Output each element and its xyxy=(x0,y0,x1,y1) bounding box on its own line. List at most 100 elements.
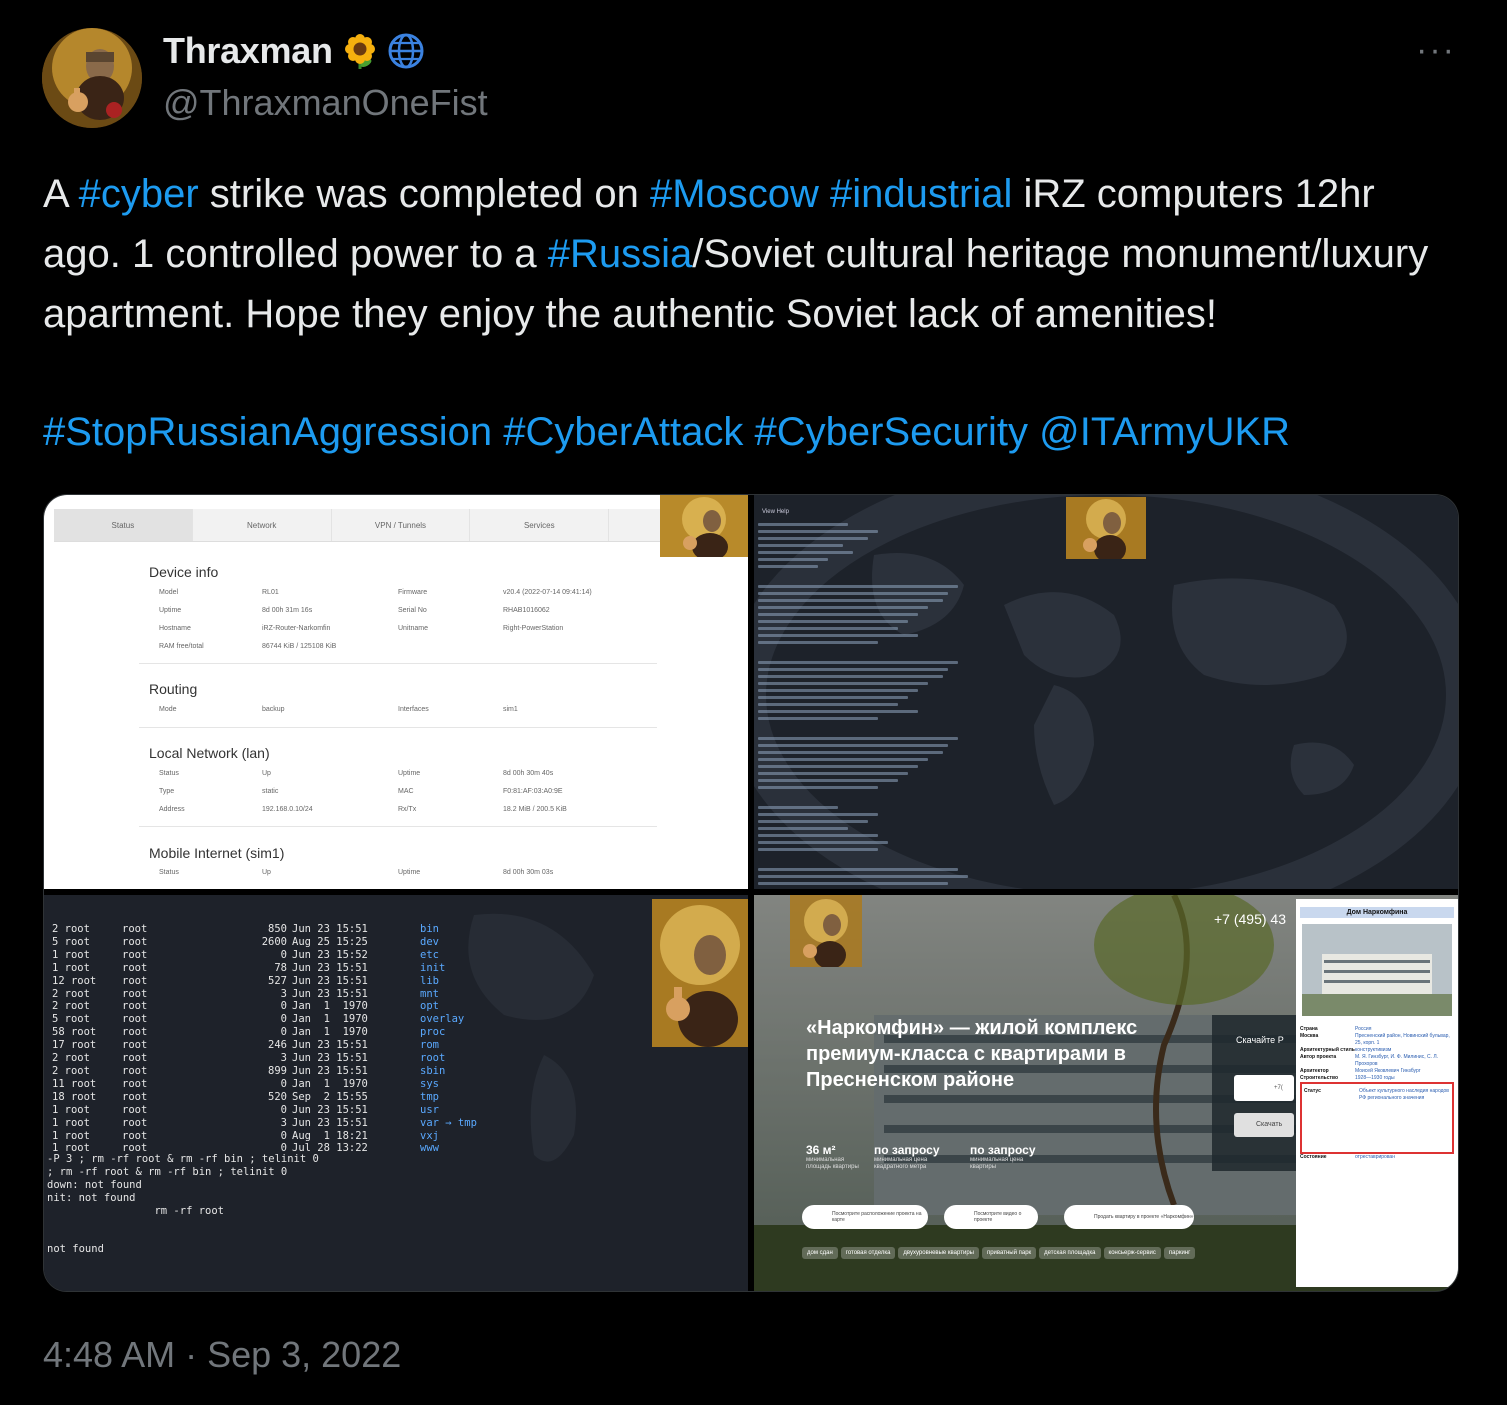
sell-pill-button[interactable]: Продать квартиру в проекте «Наркомфин» xyxy=(1064,1205,1194,1229)
router-tab: VPN / Tunnels xyxy=(332,509,471,541)
media-image-file-listing[interactable]: 2 root root 850 Jun 23 15:51 bin 5 root root 26… xyxy=(44,895,748,1291)
hashtag-link[interactable]: #Moscow xyxy=(650,172,819,216)
hashtag-link[interactable]: #Russia xyxy=(548,232,693,276)
section-title: Mobile Internet (sim1) xyxy=(149,845,285,861)
tweet: Thraxman @ThraxmanOneFist ··· A #cyber s… xyxy=(0,0,1507,1405)
info-value: 18.2 MiB / 200.5 KiB xyxy=(503,806,567,813)
info-value: Up xyxy=(262,869,271,876)
infobox-row: Статус Объект культурного наследия народо… xyxy=(1300,1082,1454,1154)
avatar[interactable] xyxy=(42,28,142,128)
watermark-avatar-image xyxy=(790,895,862,967)
hashtag-link[interactable]: #CyberAttack xyxy=(503,410,743,454)
info-label: Firmware xyxy=(398,589,428,596)
directory-name: proc xyxy=(420,1026,446,1039)
feature-chip[interactable]: дом сдан xyxy=(802,1247,838,1259)
directory-name: bin xyxy=(420,923,439,935)
info-value: 86744 KiB / 125108 KiB xyxy=(262,643,337,650)
listing-row: 5 root root 2600 Aug 25 15:25 dev xyxy=(52,935,439,948)
directory-name: overlay xyxy=(420,1013,465,1026)
terminal-menu: View Help xyxy=(762,509,789,515)
mention-link[interactable]: @ITArmyUKR xyxy=(1039,410,1290,454)
map-pill-button[interactable]: Посмотрите расположение проекта на карте xyxy=(802,1205,928,1229)
infobox-row: Страна Россия xyxy=(1300,1026,1372,1032)
feature-chip[interactable]: консьерж-сервис xyxy=(1103,1247,1161,1259)
globe-emoji-icon xyxy=(387,32,425,70)
command-line: ; rm -rf root & rm -rf bin ; telinit 0 xyxy=(47,1166,288,1178)
command-line: -P 3 ; rm -rf root & rm -rf bin ; telini… xyxy=(47,1153,319,1165)
download-form-label: Скачайте Р xyxy=(1236,1035,1284,1045)
directory-listing: 2 root root 850 Jun 23 15:51 bin 5 root root 26… xyxy=(52,923,477,1155)
directory-name: dev xyxy=(420,935,439,948)
feature-chip[interactable]: готовая отделка xyxy=(840,1247,896,1259)
info-value: Right-PowerStation xyxy=(503,625,564,632)
infobox-row: Москва Пресненский район, Новинский бульв… xyxy=(1300,1033,1450,1046)
listing-row: 1 root root 0 Aug 1 18:21 vxj xyxy=(52,1129,439,1142)
info-label: Hostname xyxy=(159,625,191,632)
listing-row: 2 root root 850 Jun 23 15:51 bin xyxy=(52,923,439,935)
directory-name: init xyxy=(420,961,446,974)
tweet-timestamp[interactable]: 4:48 AM · Sep 3, 2022 xyxy=(43,1334,401,1376)
feature-chip[interactable]: детская площадка xyxy=(1039,1247,1101,1259)
listing-row: 18 root root 520 Sep 2 15:55 tmp xyxy=(52,1090,439,1103)
info-value: v20.4 (2022-07-14 09:41:14) xyxy=(503,589,592,596)
download-form: Скачайте Р +7( Скачать xyxy=(1212,1015,1298,1171)
info-value: 8d 00h 30m 40s xyxy=(503,770,554,777)
router-tab: Services xyxy=(470,509,610,541)
directory-name: lib xyxy=(420,974,439,987)
info-value: iRZ-Router-Narkomfin xyxy=(262,625,331,632)
directory-name: mnt xyxy=(420,987,439,1000)
command-line: down: not found xyxy=(47,1179,142,1191)
info-label: MAC xyxy=(398,788,414,795)
infobox-photo xyxy=(1302,924,1452,1016)
section-title: Device info xyxy=(149,564,219,580)
display-name[interactable]: Thraxman xyxy=(163,30,333,72)
router-tab: Network xyxy=(193,509,332,541)
feature-chip[interactable]: приватный парк xyxy=(981,1247,1037,1259)
directory-name: root xyxy=(420,1052,446,1065)
stat: по запросу минимальная цена квартиры xyxy=(970,1143,1036,1170)
hashtag-link[interactable]: #industrial xyxy=(830,172,1012,216)
directory-name: sys xyxy=(420,1077,439,1090)
listing-row: 2 root root 3 Jun 23 15:51 mnt xyxy=(52,987,439,1000)
directory-name: sbin xyxy=(420,1064,446,1077)
listing-row: 12 root root 527 Jun 23 15:51 lib xyxy=(52,974,439,987)
hashtag-link[interactable]: #CyberSecurity xyxy=(755,410,1028,454)
feature-chip[interactable]: двухуровневые квартиры xyxy=(898,1247,979,1259)
wikipedia-infobox: Дом Наркомфина Страна Россия Москва Преснен… xyxy=(1296,899,1458,1287)
info-label: RAM free/total xyxy=(159,643,204,650)
phone-number[interactable]: +7 (495) 43 xyxy=(1214,911,1286,927)
hashtag-link[interactable]: #StopRussianAggression xyxy=(43,410,492,454)
info-label: Interfaces xyxy=(398,706,429,713)
hashtag-link[interactable]: #cyber xyxy=(79,172,199,216)
listing-row: 1 root root 78 Jun 23 15:51 init xyxy=(52,961,446,974)
infobox-row: Состояние отреставрирован xyxy=(1300,1154,1395,1160)
listing-row: 17 root root 246 Jun 23 15:51 rom xyxy=(52,1039,439,1052)
more-options-icon[interactable]: ··· xyxy=(1414,33,1458,68)
info-value: RHAB1016062 xyxy=(503,607,550,614)
phone-input[interactable]: +7( xyxy=(1234,1075,1294,1101)
media-image-router-status[interactable]: Status Network VPN / Tunnels Services De… xyxy=(44,495,748,889)
download-button[interactable]: Скачать xyxy=(1234,1113,1294,1137)
info-label: Uptime xyxy=(159,607,182,614)
router-tabs: Status Network VPN / Tunnels Services xyxy=(54,509,748,542)
media-image-terminal-ifconfig[interactable]: View Help xyxy=(754,495,1458,889)
media-image-narkomfin-site[interactable]: +7 (495) 43 «Наркомфин» — жилой комплекс… xyxy=(754,895,1458,1291)
info-label: Model xyxy=(159,589,179,596)
watermark-avatar-image xyxy=(1066,497,1146,559)
info-label: Rx/Tx xyxy=(398,806,417,813)
hero-title: «Наркомфин» — жилой комплекс премиум-кла… xyxy=(806,1017,1138,1091)
user-handle[interactable]: @ThraxmanOneFist xyxy=(163,82,488,124)
router-tab: Status xyxy=(54,509,193,541)
watermark-avatar-image xyxy=(660,495,748,557)
listing-row: 5 root root 0 Jan 1 1970 overlay xyxy=(52,1013,465,1026)
info-value: backup xyxy=(262,706,285,713)
feature-chip[interactable]: паркинг xyxy=(1163,1247,1196,1259)
info-label: Mode xyxy=(159,706,177,713)
section-title: Routing xyxy=(149,681,198,697)
info-label: Status xyxy=(159,770,179,777)
infobox-row: Строительство 1928—1930 годы xyxy=(1300,1075,1395,1081)
info-value: 8d 00h 31m 16s xyxy=(262,607,313,614)
info-label: Unitname xyxy=(398,625,428,632)
directory-name: opt xyxy=(420,1000,439,1013)
video-pill-button[interactable]: Посмотрите видео о проекте xyxy=(944,1205,1038,1229)
